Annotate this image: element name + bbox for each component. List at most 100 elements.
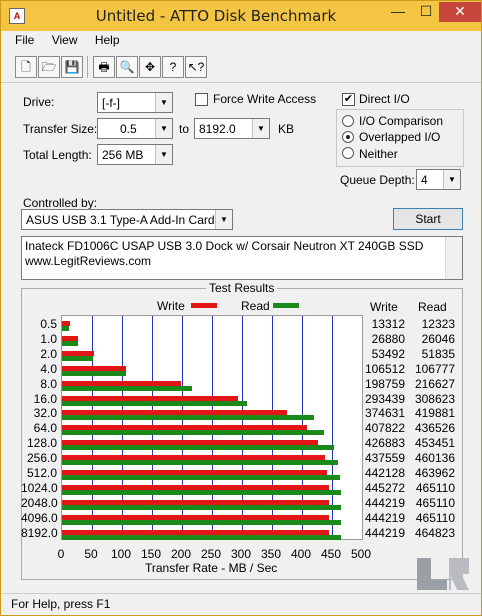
transfer-size-row-label: 128.0 bbox=[26, 436, 57, 451]
transfer-size-row-label: 1.0 bbox=[40, 331, 57, 346]
direct-io-label: Direct I/O bbox=[359, 92, 410, 106]
total-length-select[interactable]: 256 MB ▼ bbox=[97, 144, 173, 165]
close-button[interactable]: ✕ bbox=[439, 2, 481, 22]
overlapped-io-label: Overlapped I/O bbox=[359, 130, 441, 144]
read-value: 465110 bbox=[415, 510, 455, 525]
read-value: 419881 bbox=[414, 406, 455, 421]
read-bar bbox=[62, 385, 192, 391]
x-tick-label: 400 bbox=[290, 547, 312, 561]
read-bar bbox=[62, 430, 324, 436]
to-label: to bbox=[179, 122, 190, 136]
read-value: 51835 bbox=[421, 346, 455, 361]
total-length-value: 256 MB bbox=[102, 148, 144, 162]
write-value: 13312 bbox=[371, 317, 405, 331]
x-tick-label: 250 bbox=[200, 547, 222, 561]
io-comparison-label: I/O Comparison bbox=[359, 114, 444, 128]
read-value: 460136 bbox=[414, 451, 455, 466]
drive-select[interactable]: [-f-] ▼ bbox=[97, 92, 173, 113]
force-write-checkbox[interactable] bbox=[195, 93, 208, 106]
description-textarea[interactable]: Inateck FD1006C USAP USB 3.0 Dock w/ Cor… bbox=[21, 236, 463, 280]
read-bar bbox=[62, 534, 341, 540]
io-comparison-radio[interactable] bbox=[342, 115, 354, 127]
read-column-header: Read bbox=[418, 300, 447, 314]
minimize-button[interactable]: — bbox=[385, 2, 411, 22]
transfer-to-select[interactable]: 8192.0 ▼ bbox=[194, 118, 270, 139]
write-value: 106512 bbox=[364, 361, 405, 376]
status-text: For Help, press F1 bbox=[11, 597, 111, 611]
chevron-down-icon: ▼ bbox=[443, 170, 460, 189]
read-value: 436526 bbox=[414, 421, 455, 436]
maximize-button[interactable]: ☐ bbox=[413, 2, 439, 22]
direct-io-checkbox[interactable]: ✔ bbox=[342, 93, 355, 106]
app-window: A Untitled - ATTO Disk Benchmark — ☐ ✕ F… bbox=[0, 0, 482, 616]
transfer-size-row-label: 256.0 bbox=[26, 451, 57, 466]
transfer-from-select[interactable]: 0.5 ▼ bbox=[97, 118, 173, 139]
overlapped-io-radio[interactable] bbox=[342, 131, 354, 143]
read-bar bbox=[62, 326, 70, 331]
legit-reviews-logo bbox=[417, 558, 469, 590]
read-value: 465110 bbox=[415, 480, 455, 495]
controlled-by-label: Controlled by: bbox=[23, 196, 98, 210]
context-help-icon[interactable]: ↖? bbox=[185, 56, 207, 78]
write-value: 437559 bbox=[364, 451, 405, 466]
read-value: 465110 bbox=[415, 495, 455, 510]
test-results-title: Test Results bbox=[206, 281, 278, 295]
x-tick-label: 200 bbox=[170, 547, 192, 561]
legend-read-label: Read bbox=[241, 299, 270, 313]
print-icon[interactable]: 🖶 bbox=[93, 56, 115, 78]
transfer-size-row-label: 8192.0 bbox=[21, 525, 58, 540]
kb-label: KB bbox=[278, 122, 295, 136]
chevron-down-icon: ▼ bbox=[252, 119, 269, 138]
read-value: 464823 bbox=[414, 525, 455, 540]
write-value: 445272 bbox=[364, 480, 405, 495]
controlled-by-select[interactable]: ASUS USB 3.1 Type-A Add-In Card ▼ bbox=[21, 209, 233, 230]
write-value: 444219 bbox=[364, 510, 405, 525]
drive-label: Drive: bbox=[23, 95, 55, 109]
read-value: 216627 bbox=[414, 376, 455, 391]
menu-bar: File View Help bbox=[5, 33, 124, 51]
move-icon[interactable]: ✥ bbox=[139, 56, 161, 78]
read-bar bbox=[62, 489, 342, 495]
legend-write-label: Write bbox=[157, 299, 185, 313]
read-value: 106777 bbox=[414, 361, 455, 376]
chevron-down-icon: ▼ bbox=[215, 210, 232, 229]
neither-radio[interactable] bbox=[342, 147, 354, 159]
menu-view[interactable]: View bbox=[52, 33, 78, 47]
transfer-from-value: 0.5 bbox=[120, 122, 137, 136]
description-line-2: www.LegitReviews.com bbox=[25, 254, 152, 268]
save-icon[interactable]: 💾 bbox=[61, 56, 83, 78]
write-column-header: Write bbox=[370, 300, 398, 314]
queue-depth-value: 4 bbox=[421, 173, 428, 187]
write-value: 53492 bbox=[371, 346, 405, 361]
total-length-label: Total Length: bbox=[23, 148, 92, 162]
read-bar bbox=[62, 355, 94, 361]
read-value: 453451 bbox=[414, 436, 455, 451]
queue-depth-select[interactable]: 4 ▼ bbox=[416, 169, 461, 190]
write-value: 26880 bbox=[371, 331, 405, 346]
help-icon[interactable]: ? bbox=[162, 56, 184, 78]
x-tick-label: 500 bbox=[350, 547, 372, 561]
write-value: 444219 bbox=[364, 525, 405, 540]
transfer-size-row-label: 32.0 bbox=[33, 406, 57, 421]
open-icon[interactable]: 🗁 bbox=[38, 56, 60, 78]
read-bar bbox=[62, 504, 342, 510]
menu-help[interactable]: Help bbox=[95, 33, 120, 47]
menu-file[interactable]: File bbox=[15, 33, 34, 47]
chevron-down-icon: ▼ bbox=[155, 93, 172, 112]
read-value: 308623 bbox=[414, 391, 455, 406]
write-value: 407822 bbox=[364, 421, 405, 436]
transfer-size-row-label: 4.0 bbox=[40, 361, 57, 376]
start-button[interactable]: Start bbox=[393, 208, 463, 230]
write-value: 198759 bbox=[364, 376, 405, 391]
print-preview-icon[interactable]: 🔍 bbox=[116, 56, 138, 78]
title-bar[interactable]: A Untitled - ATTO Disk Benchmark — ☐ ✕ bbox=[1, 1, 481, 31]
write-value: 444219 bbox=[364, 495, 405, 510]
read-bar bbox=[62, 475, 341, 480]
x-tick-label: 0 bbox=[57, 547, 65, 561]
force-write-label: Force Write Access bbox=[213, 92, 317, 106]
description-scrollbar[interactable] bbox=[445, 237, 462, 279]
transfer-size-row-label: 512.0 bbox=[26, 466, 57, 480]
new-icon[interactable]: 🗋 bbox=[15, 56, 37, 78]
transfer-size-row-label: 8.0 bbox=[40, 376, 57, 391]
read-bar bbox=[62, 400, 248, 406]
